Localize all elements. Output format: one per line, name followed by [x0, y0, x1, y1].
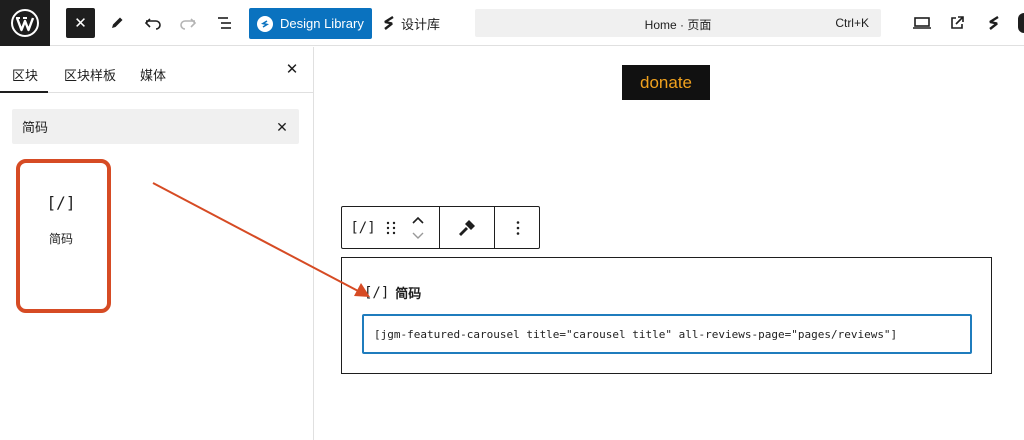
design-library-label: Design Library — [280, 16, 364, 31]
shortcode-value: [jgm-featured-carousel title="carousel t… — [374, 328, 898, 341]
tools-icon — [459, 220, 475, 236]
command-palette-bar[interactable]: Home · 页面 Ctrl+K — [475, 9, 881, 37]
list-view-button[interactable] — [214, 8, 236, 38]
settings-toggle-button[interactable] — [1018, 13, 1024, 33]
toolbar-separator — [494, 207, 495, 248]
editor-canvas: donate [/] [/] 简码 [jgm-featured-carousel… — [315, 47, 1024, 440]
close-inserter-button[interactable]: ✕ — [66, 8, 95, 38]
annotation-highlight-box — [16, 159, 111, 313]
tab-blocks[interactable]: 区块 — [12, 65, 38, 84]
design-library-button[interactable]: Design Library — [249, 8, 372, 39]
tools-pen-button[interactable] — [106, 8, 128, 38]
undo-button[interactable] — [142, 8, 164, 38]
tab-patterns[interactable]: 区块样板 — [64, 65, 116, 84]
document-title: Home · 页面 — [644, 18, 712, 32]
donate-label: donate — [640, 72, 692, 92]
redo-button[interactable] — [177, 8, 199, 38]
pen-icon — [112, 17, 123, 28]
shortcode-icon: [/] — [350, 220, 376, 236]
block-type-button[interactable]: [/] — [348, 215, 378, 241]
block-search-input[interactable] — [22, 117, 262, 135]
more-options-button[interactable] — [508, 217, 528, 239]
close-icon[interactable]: ✕ — [284, 61, 300, 78]
more-options-icon — [516, 221, 520, 235]
view-page-button[interactable] — [946, 8, 968, 38]
move-down-icon[interactable] — [410, 229, 426, 243]
command-shortcut: Ctrl+K — [835, 16, 869, 30]
clear-search-icon[interactable]: ✕ — [274, 119, 290, 135]
shortcode-block-header: [/] 简码 — [364, 283, 421, 302]
external-link-icon — [951, 16, 964, 29]
shortcode-icon: [/] — [364, 284, 390, 301]
sheji-library-button[interactable]: 设计库 — [381, 8, 441, 38]
stackable-icon — [989, 15, 999, 30]
desktop-view-icon — [913, 17, 931, 29]
inserter-tabs: 区块 区块样板 媒体 ✕ — [0, 47, 313, 93]
toolbar-separator — [439, 207, 440, 248]
move-up-icon[interactable] — [410, 213, 426, 227]
shortcode-block[interactable]: [/] 简码 [jgm-featured-carousel title="car… — [341, 257, 992, 374]
close-icon: ✕ — [74, 15, 87, 32]
active-tab-indicator — [0, 91, 48, 93]
wordpress-logo-icon[interactable] — [0, 0, 50, 46]
redo-icon — [180, 18, 197, 30]
tab-media[interactable]: 媒体 — [140, 65, 166, 84]
list-view-icon — [218, 17, 231, 29]
donate-button[interactable]: donate — [622, 65, 710, 100]
drag-handle-icon[interactable] — [384, 218, 398, 238]
shortcode-block-title: 简码 — [395, 286, 422, 301]
sheji-library-label: 设计库 — [401, 16, 441, 32]
editor-top-toolbar: ✕ Design Library 设计库 Home · 页面 Ctrl+K — [0, 0, 1024, 46]
stackable-icon — [384, 15, 394, 30]
block-toolbar: [/] — [341, 206, 540, 249]
shortcode-textarea[interactable]: [jgm-featured-carousel title="carousel t… — [362, 314, 972, 354]
block-tools-button[interactable] — [454, 217, 478, 239]
block-search: ✕ — [12, 109, 299, 144]
block-inserter-sidebar: 区块 区块样板 媒体 ✕ ✕ [/] 简码 — [0, 47, 314, 440]
preview-button[interactable] — [911, 8, 933, 38]
stackable-settings-button[interactable] — [983, 8, 1005, 38]
design-library-icon — [257, 15, 273, 32]
undo-icon — [144, 18, 161, 30]
